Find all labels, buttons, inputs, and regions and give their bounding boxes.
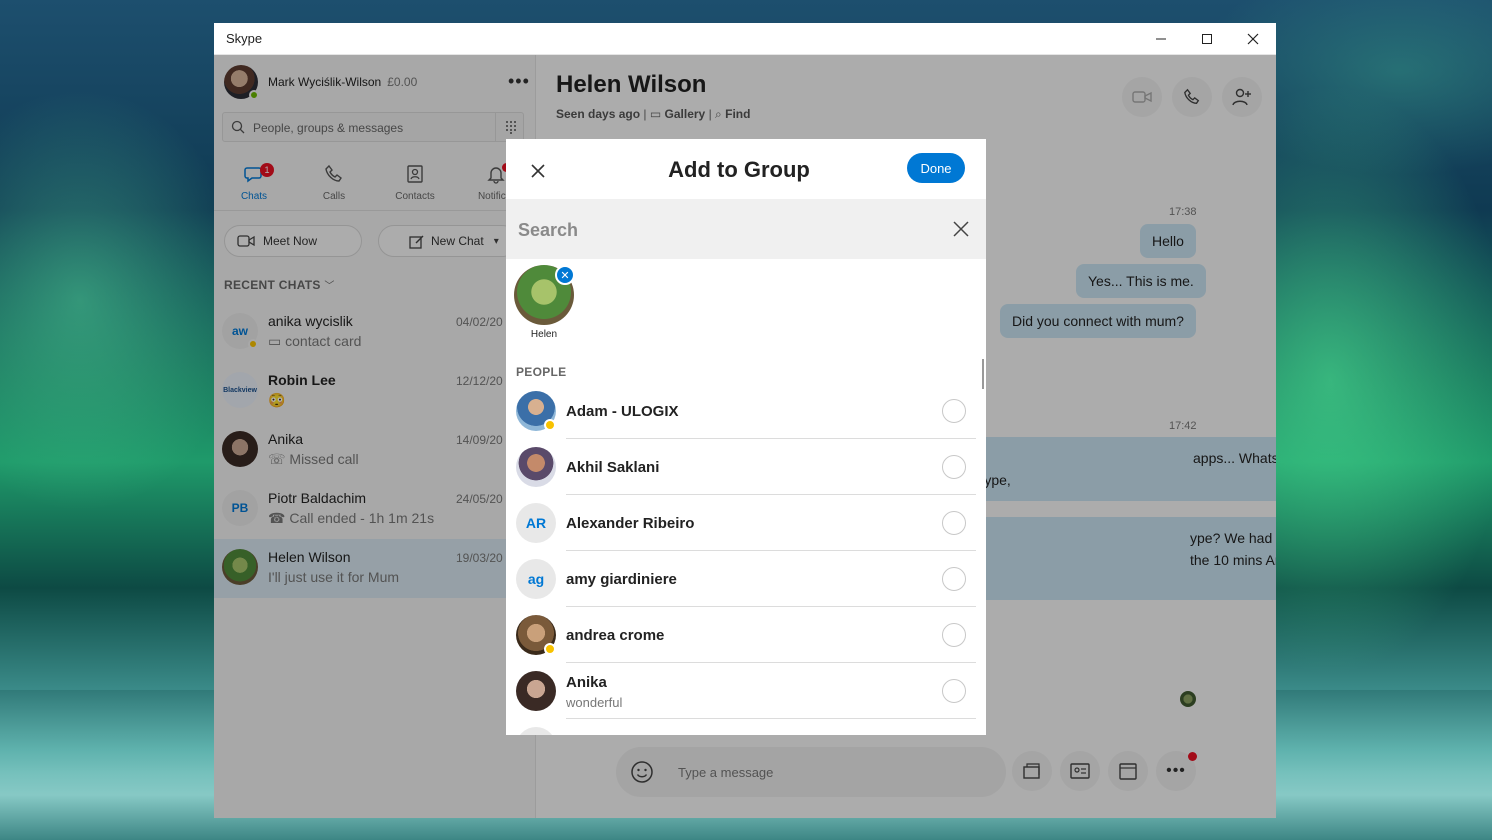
maximize-icon	[1202, 34, 1212, 44]
contact-row-anika[interactable]: Anika wonderful	[506, 663, 986, 719]
away-status-icon	[544, 643, 556, 655]
contact-row-amy[interactable]: ag amy giardiniere	[506, 551, 986, 607]
title-bar: Skype	[214, 23, 1276, 55]
close-window-button[interactable]	[1230, 23, 1276, 55]
contact-name: Adam - ULOGIX	[566, 403, 679, 420]
avatar	[516, 671, 556, 711]
contact-row-partial[interactable]	[506, 719, 986, 735]
minimize-button[interactable]	[1138, 23, 1184, 55]
contact-name: Akhil Saklani	[566, 459, 660, 476]
avatar: ag	[516, 559, 556, 599]
contact-mood: wonderful	[566, 695, 623, 710]
contact-name: amy giardiniere	[566, 571, 677, 588]
avatar: AR	[516, 503, 556, 543]
select-checkbox[interactable]	[942, 623, 966, 647]
contact-name: andrea crome	[566, 627, 665, 644]
select-checkbox[interactable]	[942, 567, 966, 591]
clear-search-icon[interactable]	[952, 220, 970, 238]
contact-row-andrea[interactable]: andrea crome	[506, 607, 986, 663]
add-to-group-dialog: Add to Group Done Search ✕ Helen PEOPLE …	[506, 139, 986, 735]
minimize-icon	[1156, 38, 1166, 40]
remove-icon[interactable]: ✕	[555, 265, 575, 285]
contact-row-adam[interactable]: Adam - ULOGIX	[506, 383, 986, 439]
search-input[interactable]: Search	[506, 199, 986, 259]
avatar	[516, 447, 556, 487]
contact-name: Alexander Ribeiro	[566, 515, 695, 532]
contact-row-akhil[interactable]: Akhil Saklani	[506, 439, 986, 495]
people-section-label: PEOPLE	[516, 365, 567, 379]
contact-name: Anika	[566, 674, 607, 691]
contact-row-alexander[interactable]: AR Alexander Ribeiro	[506, 495, 986, 551]
select-checkbox[interactable]	[942, 455, 966, 479]
select-checkbox[interactable]	[942, 399, 966, 423]
dialog-title: Add to Group	[668, 157, 810, 182]
selected-contact[interactable]: ✕ Helen	[514, 265, 575, 340]
select-checkbox[interactable]	[942, 511, 966, 535]
select-checkbox[interactable]	[942, 679, 966, 703]
close-icon	[1247, 33, 1259, 45]
away-status-icon	[544, 419, 556, 431]
maximize-button[interactable]	[1184, 23, 1230, 55]
avatar	[516, 727, 556, 735]
selected-contact-name: Helen	[530, 329, 558, 340]
window-title: Skype	[226, 31, 263, 46]
search-placeholder: Search	[518, 220, 579, 240]
done-button[interactable]: Done	[907, 153, 965, 183]
